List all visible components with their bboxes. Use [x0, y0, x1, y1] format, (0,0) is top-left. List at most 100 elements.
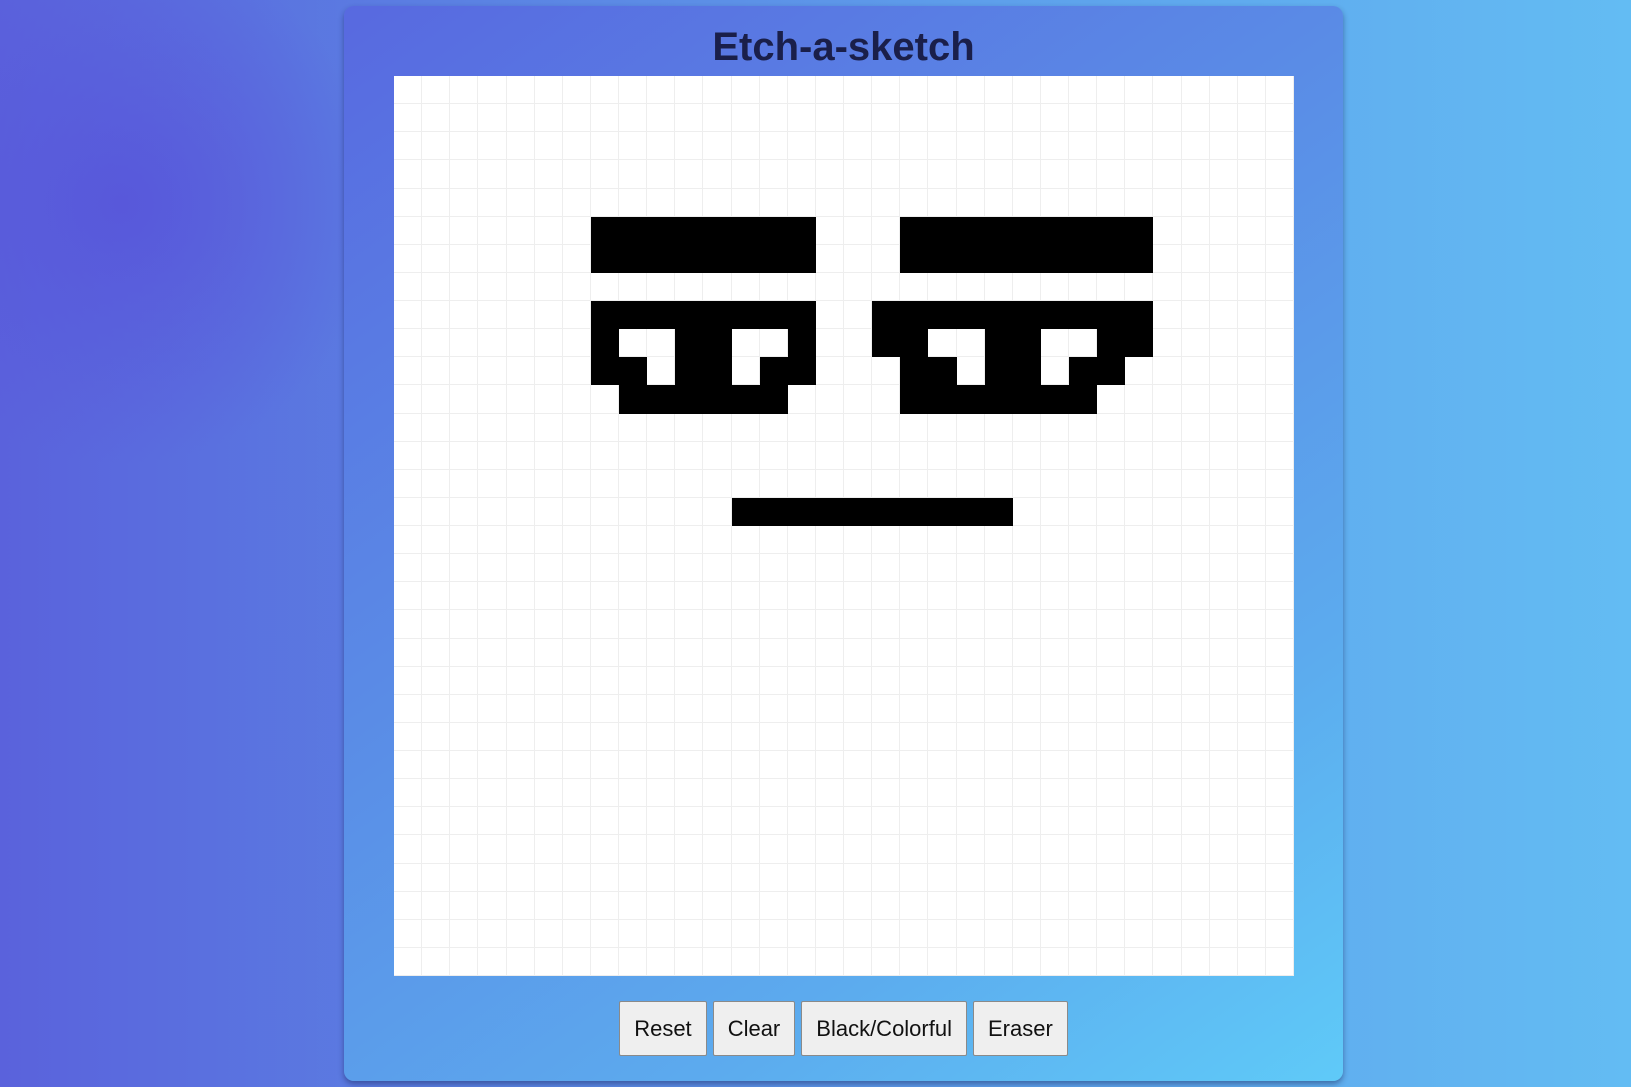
grid-cell[interactable] [1265, 694, 1294, 723]
grid-cell[interactable] [562, 469, 591, 498]
grid-cell[interactable] [562, 779, 591, 808]
grid-cell[interactable] [815, 779, 844, 808]
grid-cell[interactable] [590, 666, 619, 695]
grid-cell[interactable] [787, 216, 816, 245]
grid-cell[interactable] [844, 160, 873, 189]
grid-cell[interactable] [450, 216, 479, 245]
grid-cell[interactable] [1125, 385, 1154, 414]
grid-cell[interactable] [1040, 413, 1069, 442]
grid-cell[interactable] [506, 666, 535, 695]
grid-cell[interactable] [1265, 357, 1294, 386]
grid-cell[interactable] [562, 751, 591, 780]
grid-cell[interactable] [984, 497, 1013, 526]
grid-cell[interactable] [956, 76, 985, 105]
grid-cell[interactable] [1069, 835, 1098, 864]
grid-cell[interactable] [1181, 244, 1210, 273]
grid-cell[interactable] [759, 272, 788, 301]
grid-cell[interactable] [759, 497, 788, 526]
grid-cell[interactable] [478, 132, 507, 161]
grid-cell[interactable] [815, 807, 844, 836]
grid-cell[interactable] [647, 76, 676, 105]
grid-cell[interactable] [1237, 272, 1266, 301]
grid-cell[interactable] [759, 666, 788, 695]
grid-cell[interactable] [450, 357, 479, 386]
grid-cell[interactable] [1265, 160, 1294, 189]
grid-cell[interactable] [590, 582, 619, 611]
grid-cell[interactable] [1265, 666, 1294, 695]
grid-cell[interactable] [815, 441, 844, 470]
grid-cell[interactable] [844, 610, 873, 639]
grid-cell[interactable] [478, 469, 507, 498]
grid-cell[interactable] [872, 751, 901, 780]
grid-cell[interactable] [900, 76, 929, 105]
grid-cell[interactable] [1153, 357, 1182, 386]
grid-cell[interactable] [647, 947, 676, 976]
grid-cell[interactable] [394, 413, 423, 442]
grid-cell[interactable] [815, 722, 844, 751]
grid-cell[interactable] [956, 301, 985, 330]
grid-cell[interactable] [703, 272, 732, 301]
grid-cell[interactable] [422, 216, 451, 245]
grid-cell[interactable] [984, 526, 1013, 555]
grid-cell[interactable] [759, 582, 788, 611]
grid-cell[interactable] [956, 244, 985, 273]
grid-cell[interactable] [759, 441, 788, 470]
grid-cell[interactable] [815, 301, 844, 330]
grid-cell[interactable] [787, 666, 816, 695]
grid-cell[interactable] [956, 132, 985, 161]
grid-cell[interactable] [1069, 132, 1098, 161]
grid-cell[interactable] [534, 104, 563, 133]
grid-cell[interactable] [590, 863, 619, 892]
grid-cell[interactable] [1012, 216, 1041, 245]
grid-cell[interactable] [619, 76, 648, 105]
grid-cell[interactable] [619, 638, 648, 667]
grid-cell[interactable] [1040, 722, 1069, 751]
grid-cell[interactable] [872, 610, 901, 639]
grid-cell[interactable] [450, 582, 479, 611]
grid-cell[interactable] [1012, 694, 1041, 723]
grid-cell[interactable] [900, 469, 929, 498]
grid-cell[interactable] [450, 722, 479, 751]
grid-cell[interactable] [928, 638, 957, 667]
grid-cell[interactable] [450, 751, 479, 780]
grid-cell[interactable] [675, 947, 704, 976]
grid-cell[interactable] [422, 835, 451, 864]
grid-cell[interactable] [1237, 694, 1266, 723]
grid-cell[interactable] [478, 722, 507, 751]
grid-cell[interactable] [534, 582, 563, 611]
grid-cell[interactable] [534, 722, 563, 751]
grid-cell[interactable] [394, 301, 423, 330]
grid-cell[interactable] [590, 638, 619, 667]
grid-cell[interactable] [506, 919, 535, 948]
grid-cell[interactable] [928, 104, 957, 133]
grid-cell[interactable] [394, 947, 423, 976]
grid-cell[interactable] [731, 160, 760, 189]
grid-cell[interactable] [815, 357, 844, 386]
grid-cell[interactable] [534, 329, 563, 358]
grid-cell[interactable] [703, 301, 732, 330]
grid-cell[interactable] [1012, 272, 1041, 301]
grid-cell[interactable] [928, 526, 957, 555]
grid-cell[interactable] [675, 582, 704, 611]
grid-cell[interactable] [1265, 76, 1294, 105]
grid-cell[interactable] [844, 722, 873, 751]
grid-cell[interactable] [872, 329, 901, 358]
grid-cell[interactable] [1012, 160, 1041, 189]
grid-cell[interactable] [1265, 104, 1294, 133]
grid-cell[interactable] [984, 722, 1013, 751]
grid-cell[interactable] [731, 694, 760, 723]
grid-cell[interactable] [478, 835, 507, 864]
grid-cell[interactable] [900, 947, 929, 976]
grid-cell[interactable] [731, 216, 760, 245]
grid-cell[interactable] [1125, 666, 1154, 695]
grid-cell[interactable] [872, 891, 901, 920]
grid-cell[interactable] [928, 919, 957, 948]
grid-cell[interactable] [394, 666, 423, 695]
grid-cell[interactable] [703, 329, 732, 358]
grid-cell[interactable] [984, 469, 1013, 498]
grid-cell[interactable] [422, 582, 451, 611]
grid-cell[interactable] [928, 891, 957, 920]
grid-cell[interactable] [787, 244, 816, 273]
grid-cell[interactable] [1265, 188, 1294, 217]
grid-cell[interactable] [506, 497, 535, 526]
